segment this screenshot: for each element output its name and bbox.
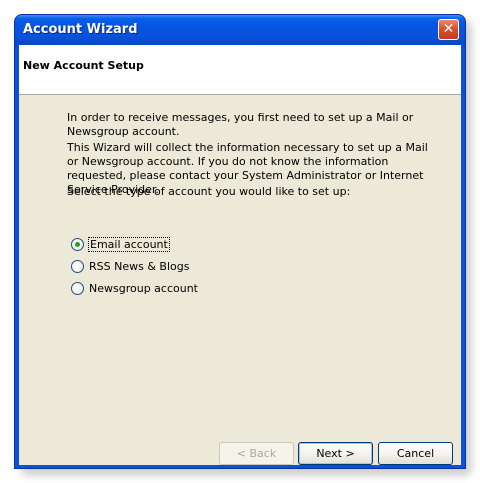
page-title: New Account Setup bbox=[23, 59, 144, 72]
cancel-button[interactable]: Cancel bbox=[378, 442, 453, 465]
radio-label-email[interactable]: Email account bbox=[88, 236, 170, 252]
radio-rss-news-blogs[interactable]: RSS News & Blogs bbox=[71, 257, 189, 275]
radio-label-newsgroup[interactable]: Newsgroup account bbox=[89, 282, 198, 295]
wizard-client-area: New Account Setup In order to receive me… bbox=[19, 45, 461, 465]
close-button[interactable]: ✕ bbox=[438, 19, 459, 40]
radio-email-account[interactable]: Email account bbox=[71, 235, 170, 253]
back-button[interactable]: < Back bbox=[219, 442, 294, 465]
wizard-header: New Account Setup bbox=[19, 45, 461, 95]
radio-newsgroup-account[interactable]: Newsgroup account bbox=[71, 279, 198, 297]
intro-paragraph-1: In order to receive messages, you first … bbox=[67, 111, 414, 138]
radio-button-icon[interactable] bbox=[71, 259, 84, 273]
radio-label-rss[interactable]: RSS News & Blogs bbox=[89, 260, 189, 273]
next-button[interactable]: Next > bbox=[298, 442, 373, 465]
close-icon: ✕ bbox=[442, 21, 455, 37]
radio-button-icon[interactable] bbox=[71, 281, 84, 295]
window-title: Account Wizard bbox=[23, 22, 138, 37]
radio-button-icon[interactable] bbox=[71, 237, 84, 251]
title-bar[interactable]: Account Wizard ✕ bbox=[15, 15, 465, 45]
account-wizard-window: Account Wizard ✕ New Account Setup In or… bbox=[14, 14, 466, 469]
account-type-prompt: Select the type of account you would lik… bbox=[67, 185, 351, 198]
